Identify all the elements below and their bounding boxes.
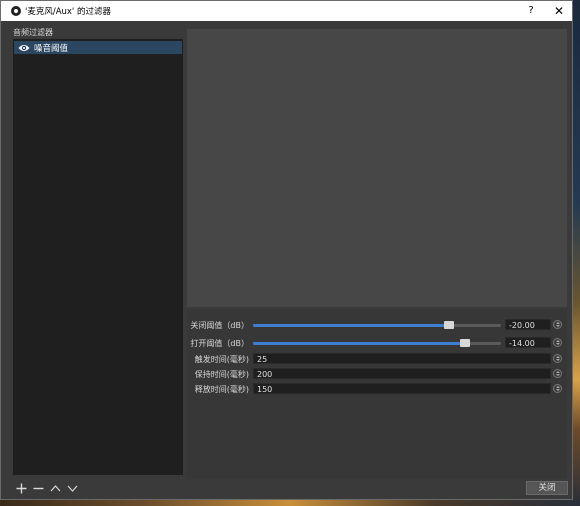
close-threshold-fill: [253, 324, 450, 327]
open-threshold-spin[interactable]: [553, 338, 562, 347]
move-down-button[interactable]: [65, 481, 79, 495]
open-threshold-label: 打开阈值（dB）: [190, 339, 249, 348]
audio-filters-header: 音频过滤器: [13, 28, 53, 37]
move-up-button[interactable]: [48, 481, 62, 495]
plus-icon: [16, 483, 26, 493]
open-threshold-fill: [253, 342, 465, 345]
close-dialog-button[interactable]: 关闭: [526, 481, 568, 495]
title-bar: '麦克风/Aux' 的过滤器 ? ✕: [1, 1, 572, 21]
filter-preview-area: [187, 29, 567, 307]
help-button[interactable]: ?: [521, 2, 541, 20]
close-threshold-label: 关闭阈值（dB）: [190, 321, 249, 330]
filter-list: 噪音阈值: [13, 39, 183, 475]
release-time-label: 释放时间(毫秒): [194, 385, 249, 394]
minus-icon: [33, 487, 43, 489]
hold-time-label: 保持时间(毫秒): [194, 370, 249, 379]
attack-time-spin[interactable]: [553, 354, 562, 363]
close-threshold-handle[interactable]: [444, 321, 455, 329]
chevron-down-icon: [67, 485, 77, 492]
window-close-button[interactable]: ✕: [548, 2, 570, 20]
eye-icon[interactable]: [18, 43, 30, 53]
filter-item-label: 噪音阈值: [34, 43, 69, 54]
attack-time-input[interactable]: 25: [253, 353, 551, 364]
hold-time-spin[interactable]: [553, 369, 562, 378]
remove-filter-button[interactable]: [31, 481, 45, 495]
desktop-background-bottom: [0, 500, 580, 506]
add-filter-button[interactable]: [14, 481, 28, 495]
chevron-up-icon: [50, 484, 60, 491]
close-threshold-slider[interactable]: [253, 321, 501, 329]
window-title: '麦克风/Aux' 的过滤器: [25, 7, 111, 17]
filter-item-noise-gate[interactable]: 噪音阈值: [14, 41, 182, 54]
release-time-input[interactable]: 150: [253, 383, 551, 394]
open-threshold-slider[interactable]: [253, 339, 501, 347]
close-threshold-spin[interactable]: [553, 320, 562, 329]
attack-time-label: 触发时间(毫秒): [194, 355, 249, 364]
filters-dialog: '麦克风/Aux' 的过滤器 ? ✕ 音频过滤器 噪音阈值 关闭阈值（dB） -…: [0, 0, 573, 500]
close-threshold-input[interactable]: -20.00: [505, 319, 551, 330]
open-threshold-handle[interactable]: [459, 339, 470, 347]
open-threshold-input[interactable]: -14.00: [505, 337, 551, 348]
release-time-spin[interactable]: [553, 384, 562, 393]
obs-app-icon: [11, 6, 21, 16]
filter-properties-panel: 关闭阈值（dB） -20.00 打开阈值（dB） -14.00 触发时间(毫秒)…: [187, 309, 567, 479]
hold-time-input[interactable]: 200: [253, 368, 551, 379]
desktop-background: [573, 0, 580, 506]
